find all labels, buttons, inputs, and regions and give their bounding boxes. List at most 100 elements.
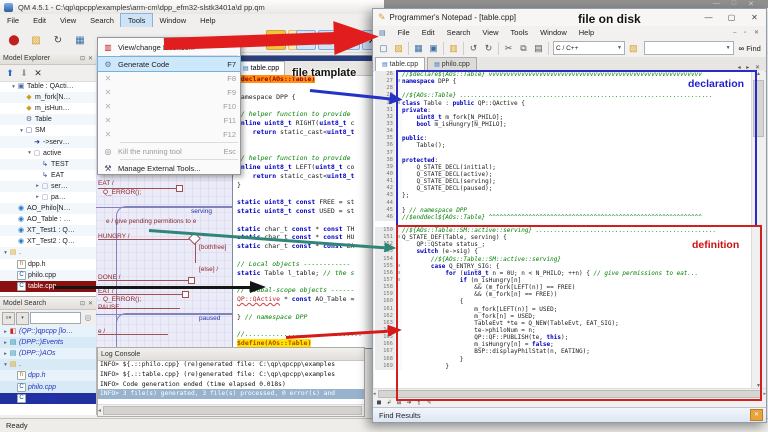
expander-icon[interactable]: ▾: [2, 362, 9, 368]
result-events[interactable]: ▸▤(DPP::)Events: [0, 337, 96, 348]
close-icon[interactable]: ✕: [750, 409, 763, 421]
code-line[interactable]: 167 BSP::displayPhilStat(n, EATING);: [375, 348, 751, 355]
menu-tool-f11[interactable]: ✕F11: [98, 113, 240, 127]
log-line[interactable]: INFO> ${.::table.cpp} (re)generated file…: [98, 370, 364, 380]
node-xt-test2[interactable]: ◉XT_Test2 : Q…: [0, 236, 96, 247]
node-dpp-h[interactable]: hdpp.h: [0, 259, 96, 270]
code-line[interactable]: 166 m_isHungry[n] = false;: [375, 341, 751, 348]
image-button[interactable]: ▣: [318, 30, 338, 50]
expander-icon[interactable]: ▾: [18, 128, 25, 134]
result-philo-cpp[interactable]: Cphilo.cpp: [0, 381, 96, 392]
node-transition-eat[interactable]: ↳EAT: [0, 170, 96, 181]
code-line[interactable]: 158 && (m_fork[LEFT(n)] == FREE): [375, 284, 751, 291]
code-line[interactable]: 162 m_fork[n] = USED;: [375, 313, 751, 320]
node-ao-philo[interactable]: ◉AO_Philo[N…: [0, 203, 96, 214]
tab-table-cpp[interactable]: ▤ table.cpp: [237, 61, 285, 75]
tab-philo-cpp[interactable]: ▤philo.cpp: [427, 57, 477, 71]
node-table-class[interactable]: ▾▣Table : QActi…: [0, 81, 96, 92]
log-hscrollbar[interactable]: ◂: [98, 404, 364, 416]
node-ao-table[interactable]: ◉AO_Table : …: [0, 214, 96, 225]
tab-scroll-buttons[interactable]: ◂ ▸ ✕: [738, 64, 766, 71]
lock-button[interactable]: ∩: [266, 30, 286, 50]
code-line[interactable]: 31private:: [375, 107, 751, 114]
node-state-paused[interactable]: ▸▢pa…: [0, 192, 96, 203]
code-line[interactable]: 35public:: [375, 135, 751, 142]
search-input[interactable]: [30, 312, 81, 324]
expander-icon[interactable]: ▾: [2, 250, 9, 256]
qm-menu-edit[interactable]: Edit: [26, 14, 53, 27]
qm-logo-button[interactable]: ⬤: [4, 30, 24, 50]
code-line[interactable]: 161 m_fork[LEFT(n)] = USED;: [375, 306, 751, 313]
save-all-button[interactable]: ▣: [426, 41, 441, 56]
node-state-active[interactable]: ▾▢active: [0, 148, 96, 159]
code-line[interactable]: 157⊟ if (m_isHungry[n]: [375, 277, 751, 284]
undo-button[interactable]: ↺: [466, 41, 481, 56]
goto-button[interactable]: ➔: [405, 399, 413, 406]
code-line[interactable]: 150//${AOs::Table::SM::active::serving} …: [375, 227, 751, 234]
node-state-serving[interactable]: ▸▢ser…: [0, 181, 96, 192]
result-aos[interactable]: ▸▤(DPP::)AOs: [0, 348, 96, 359]
wrap-toggle-button[interactable]: ↲: [385, 399, 393, 406]
horizontal-scrollbar[interactable]: ◂▸: [373, 388, 766, 398]
log-line[interactable]: INFO> Code generation ended (time elapse…: [98, 380, 364, 390]
code-line[interactable]: 32 uint8_t m_fork[N_PHILO];: [375, 114, 751, 121]
code-line[interactable]: 33 bool m_isHungry[N_PHILO];: [375, 121, 751, 128]
log-line[interactable]: INFO> ${.::philo.cpp} (re)generated file…: [98, 360, 364, 370]
qm-menu-tools[interactable]: Tools: [121, 14, 153, 27]
menu-generate-code[interactable]: ⚙Generate CodeF7: [98, 57, 240, 71]
paragraph-toggle-button[interactable]: ¶: [415, 400, 423, 406]
highlight-button[interactable]: ✎: [425, 399, 433, 406]
mdi-child-buttons[interactable]: – ▫ ✕: [733, 29, 766, 36]
expander-icon[interactable]: ▸: [34, 183, 41, 189]
grid-toggle-button[interactable]: ⊞: [395, 399, 403, 406]
menu-view-change-license[interactable]: ▥View/change License...: [98, 40, 240, 54]
node-m-ishungry[interactable]: ◆m_isHun…: [0, 103, 96, 114]
expander-icon[interactable]: ▸: [34, 194, 41, 200]
tab-table-cpp[interactable]: ▤table.cpp: [375, 57, 425, 71]
filter-scope-button[interactable]: ▾: [16, 312, 29, 325]
print-button[interactable]: ▤: [244, 30, 264, 50]
fold-marker[interactable]: ⊟: [395, 234, 402, 241]
reload-model-button[interactable]: ↻: [48, 30, 68, 50]
qm-menu-help[interactable]: Help: [193, 14, 222, 27]
node-sm[interactable]: ▾▢SM: [0, 125, 96, 136]
code-line[interactable]: 39 Q_STATE_DECL(initial);: [375, 164, 751, 171]
fold-marker[interactable]: ⊟: [395, 270, 402, 277]
pn-menu-view[interactable]: View: [476, 28, 504, 37]
fold-marker[interactable]: ⊟: [395, 277, 402, 284]
code-line[interactable]: 45} // namespace DPP: [375, 207, 751, 214]
code-line[interactable]: 38protected:: [375, 157, 751, 164]
search-icon[interactable]: ◎: [82, 312, 94, 324]
result-dpp-h[interactable]: hdpp.h: [0, 370, 96, 381]
pn-menu-help[interactable]: Help: [573, 28, 600, 37]
maximize-button[interactable]: ▢: [720, 10, 743, 26]
dock-icon[interactable]: ⊡: [80, 300, 85, 307]
code-line[interactable]: 165 QP::QF::PUBLISH(te, this);: [375, 334, 751, 341]
cut-button[interactable]: ✂: [501, 41, 516, 56]
result-directory[interactable]: ▾▤.: [0, 359, 96, 370]
menu-tool-f12[interactable]: ✕F12: [98, 127, 240, 141]
node-xt-test1[interactable]: ◉XT_Test1 : Q…: [0, 225, 96, 236]
paste-button[interactable]: ▤: [531, 41, 546, 56]
menu-tool-f10[interactable]: ✕F10: [98, 99, 240, 113]
template-code[interactable]: $declare(AOs::Table) namespace DPP { // …: [235, 75, 395, 348]
expander-icon[interactable]: ▾: [10, 84, 17, 90]
node-initial-transition[interactable]: ➜->serv…: [0, 136, 96, 147]
copy-button[interactable]: ⧉: [516, 41, 531, 56]
close-icon[interactable]: ✕: [88, 55, 93, 62]
move-up-button[interactable]: ⬆: [3, 67, 17, 80]
menu-kill-running-tool[interactable]: ◎Kill the running toolEsc: [98, 144, 240, 158]
node-transition-test[interactable]: ↳TEST: [0, 159, 96, 170]
menu-tool-f8[interactable]: ✕F8: [98, 71, 240, 85]
fold-marker[interactable]: ⊟: [395, 263, 402, 270]
code-line[interactable]: 34: [375, 128, 751, 135]
pn-menu-edit[interactable]: Edit: [416, 28, 441, 37]
new-project-button[interactable]: ▨: [629, 43, 638, 54]
qm-menu-view[interactable]: View: [53, 14, 83, 27]
log-line[interactable]: INFO> 3 file(s) generated, 3 file(s) pro…: [98, 389, 364, 399]
node-table-cpp[interactable]: Ctable.cpp: [0, 281, 96, 292]
result-qpcpp[interactable]: ▸◧(QP::)qpcpp [lo…: [0, 326, 96, 337]
code-line[interactable]: 164 te->philoNum = n;: [375, 327, 751, 334]
pn-code-editor[interactable]: 26//$declare${AOs::Table} vvvvvvvvvvvvvv…: [374, 71, 765, 389]
expander-icon[interactable]: ▸: [2, 340, 9, 346]
